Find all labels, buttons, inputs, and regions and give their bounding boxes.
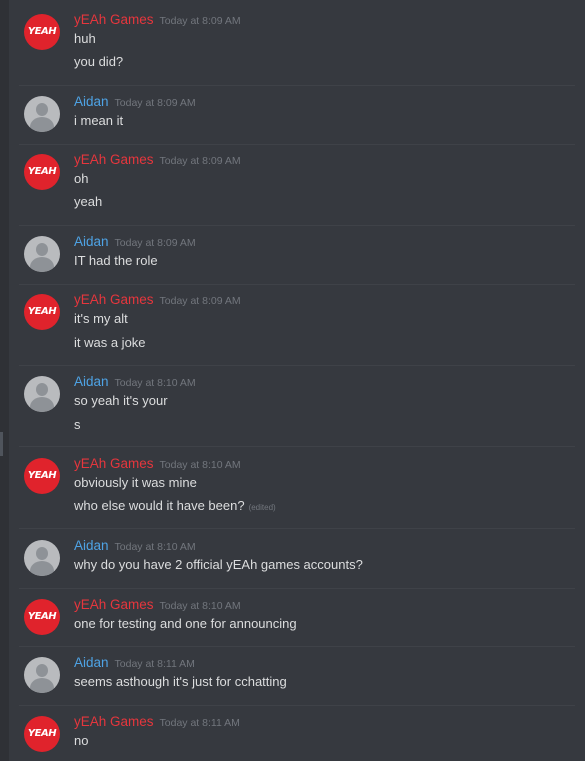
avatar-logo-text: YEAH xyxy=(27,728,57,739)
message-header: Aidan Today at 8:10 AM xyxy=(74,373,196,391)
username[interactable]: Aidan xyxy=(74,374,109,389)
message-divider xyxy=(19,85,575,86)
message-header: yEAh Games Today at 8:10 AM xyxy=(74,596,241,614)
timestamp: Today at 8:10 AM xyxy=(159,600,241,612)
avatar[interactable]: YEAH xyxy=(24,716,60,752)
message-text: it's my alt xyxy=(74,311,128,326)
message-feed: YEAH yEAh Games Today at 8:09 AM huh you … xyxy=(9,0,585,761)
timestamp: Today at 8:10 AM xyxy=(159,459,241,471)
username[interactable]: Aidan xyxy=(74,94,109,109)
message-divider xyxy=(19,225,575,226)
timestamp: Today at 8:09 AM xyxy=(114,237,196,249)
message-header: yEAh Games Today at 8:09 AM xyxy=(74,151,241,169)
avatar-head xyxy=(36,243,48,256)
avatar-logo-text: YEAH xyxy=(27,26,57,37)
message-header: Aidan Today at 8:09 AM xyxy=(74,233,196,251)
message-text: i mean it xyxy=(74,113,124,128)
avatar[interactable]: YEAH xyxy=(24,294,60,330)
message-divider xyxy=(19,144,575,145)
message-text-edited: who else would it have been? (edited) xyxy=(74,498,276,513)
left-panel-edge xyxy=(0,0,9,761)
timestamp: Today at 8:09 AM xyxy=(159,295,241,307)
avatar-body xyxy=(30,117,54,132)
username[interactable]: Aidan xyxy=(74,538,109,553)
message-header: yEAh Games Today at 8:09 AM xyxy=(74,291,241,309)
message-header: Aidan Today at 8:09 AM xyxy=(74,93,196,111)
username[interactable]: yEAh Games xyxy=(74,597,154,612)
avatar-logo-text: YEAH xyxy=(27,611,57,622)
avatar-logo-text: YEAH xyxy=(27,470,57,481)
timestamp: Today at 8:11 AM xyxy=(114,658,195,670)
message-text: oh xyxy=(74,171,89,186)
message-text: who else would it have been? xyxy=(74,498,245,513)
username[interactable]: yEAh Games xyxy=(74,456,154,471)
message-header: yEAh Games Today at 8:11 AM xyxy=(74,713,240,731)
message-header: Aidan Today at 8:10 AM xyxy=(74,537,196,555)
avatar[interactable]: YEAH xyxy=(24,599,60,635)
username[interactable]: yEAh Games xyxy=(74,714,154,729)
avatar-head xyxy=(36,547,48,560)
scroll-indicator xyxy=(0,432,3,456)
message-text: yeah xyxy=(74,194,103,209)
avatar[interactable] xyxy=(24,657,60,693)
message-text: why do you have 2 official yEAh games ac… xyxy=(74,557,363,572)
message-text: so yeah it's your xyxy=(74,393,168,408)
message-divider xyxy=(19,646,575,647)
message-text: seems asthough it's just for cchatting xyxy=(74,674,287,689)
username[interactable]: Aidan xyxy=(74,655,109,670)
message-text: IT had the role xyxy=(74,253,158,268)
avatar-logo-text: YEAH xyxy=(27,166,57,177)
username[interactable]: yEAh Games xyxy=(74,292,154,307)
message-divider xyxy=(19,588,575,589)
avatar-body xyxy=(30,257,54,272)
message-text: obviously it was mine xyxy=(74,475,197,490)
timestamp: Today at 8:09 AM xyxy=(159,15,241,27)
username[interactable]: Aidan xyxy=(74,234,109,249)
avatar-head xyxy=(36,664,48,677)
timestamp: Today at 8:10 AM xyxy=(114,541,196,553)
avatar-body xyxy=(30,678,54,693)
timestamp: Today at 8:10 AM xyxy=(114,377,196,389)
avatar[interactable] xyxy=(24,540,60,576)
edited-label: (edited) xyxy=(248,503,276,512)
message-text: one for testing and one for announcing xyxy=(74,616,297,631)
message-divider xyxy=(19,365,575,366)
message-header: Aidan Today at 8:11 AM xyxy=(74,654,195,672)
avatar[interactable]: YEAH xyxy=(24,458,60,494)
message-divider xyxy=(19,446,575,447)
message-text: no xyxy=(74,733,89,748)
timestamp: Today at 8:09 AM xyxy=(159,155,241,167)
avatar[interactable] xyxy=(24,376,60,412)
message-text: you did? xyxy=(74,54,124,69)
timestamp: Today at 8:11 AM xyxy=(159,717,240,729)
message-header: yEAh Games Today at 8:09 AM xyxy=(74,11,241,29)
avatar-body xyxy=(30,397,54,412)
message-text: it was a joke xyxy=(74,335,146,350)
message-text: s xyxy=(74,417,81,432)
username[interactable]: yEAh Games xyxy=(74,152,154,167)
message-header: yEAh Games Today at 8:10 AM xyxy=(74,455,241,473)
avatar-head xyxy=(36,383,48,396)
avatar-body xyxy=(30,561,54,576)
avatar[interactable] xyxy=(24,96,60,132)
username[interactable]: yEAh Games xyxy=(74,12,154,27)
message-divider xyxy=(19,284,575,285)
avatar-logo-text: YEAH xyxy=(27,306,57,317)
avatar[interactable]: YEAH xyxy=(24,154,60,190)
message-divider xyxy=(19,528,575,529)
message-text: huh xyxy=(74,31,96,46)
avatar-head xyxy=(36,103,48,116)
avatar[interactable]: YEAH xyxy=(24,14,60,50)
avatar[interactable] xyxy=(24,236,60,272)
message-divider xyxy=(19,705,575,706)
timestamp: Today at 8:09 AM xyxy=(114,97,196,109)
